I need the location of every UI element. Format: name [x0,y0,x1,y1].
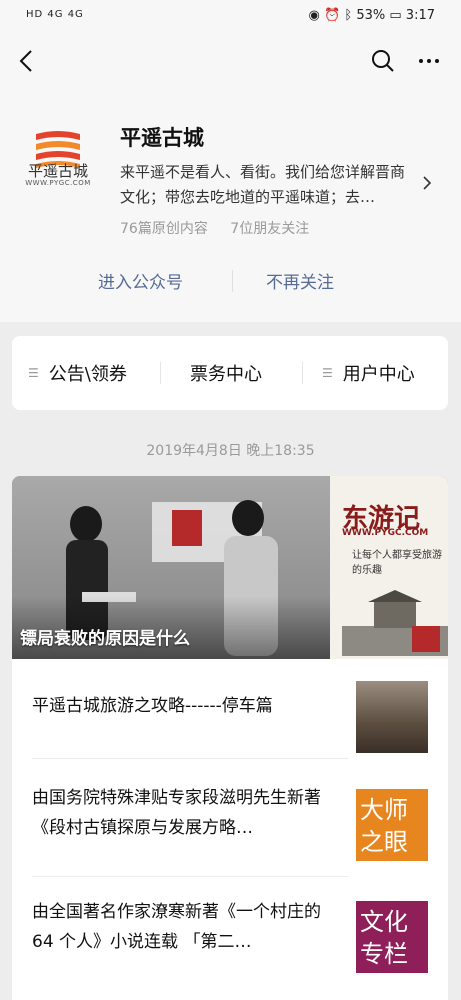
menu-item-label: 公告\领券 [48,364,127,385]
action-divider [232,270,233,292]
menu-item-tickets[interactable]: 票务中心 [190,336,262,410]
friends-following: 7位朋友关注 [230,221,310,237]
battery-icon: ▭ [389,8,402,23]
article-thumbnail: 大师之眼 [356,789,428,861]
account-profile: 平遥古城 WWW.PYGC.COM 平遥古城 来平遥不是看人、看街。我们给您详解… [0,88,461,322]
account-menu-bar: ☰ 公告\领券 票务中心 ☰ 用户中心 [12,336,448,410]
city-gate-icon [342,590,448,656]
menu-item-label: 用户中心 [342,364,415,385]
search-icon [372,50,394,72]
article-thumbnail: 文化专栏 [356,901,428,973]
menu-item-label: 票务中心 [190,364,262,385]
bluetooth-icon: ᛒ [344,8,353,23]
search-button[interactable] [368,46,398,76]
menu-divider [160,362,161,384]
article-card: 东游记 WWW.PYGC.COM 让每个人都享受旅游的乐趣 镖局衰败的原因是什么… [12,476,448,1000]
menu-item-user-center[interactable]: ☰ 用户中心 [322,336,415,410]
clock: 3:17 [405,8,435,23]
status-bar: HD 4G 4G ◉ ⏰ ᛒ 53% ▭ 3:17 [0,0,461,34]
nav-bar [0,34,461,88]
article-title: 平遥古城旅游之攻略------停车篇 [32,696,273,716]
signal-indicators: HD 4G 4G [26,9,84,20]
account-name: 平遥古城 [120,126,204,150]
battery-percent: 53% [356,8,386,23]
enter-account-button[interactable]: 进入公众号 [98,268,183,293]
message-timestamp: 2019年4月8日 晚上18:35 [146,443,315,459]
brand-url: WWW.PYGC.COM [342,528,429,538]
menu-divider [302,362,303,384]
list-item[interactable]: 由全国著名作家潦寒新著《一个村庄的 64 个人》小说连载 「第二… 文化专栏 [12,877,448,1000]
cover-article-title: 镖局衰败的原因是什么 [20,629,190,649]
chevron-right-icon[interactable] [421,176,433,190]
brand-slogan: 让每个人都享受旅游的乐趣 [352,550,442,576]
menu-lines-icon: ☰ [322,366,333,380]
alarm-icon: ⏰ [324,8,341,23]
list-item[interactable]: 由国务院特殊津贴专家段滋明先生新著《段村古镇探原与发展方略… 大师之眼 [12,759,448,877]
back-arrow-icon [19,50,32,72]
article-title: 由全国著名作家潦寒新著《一个村庄的 64 个人》小说连载 「第二… [32,902,321,952]
more-dots-icon [419,59,439,63]
article-title: 由国务院特殊津贴专家段滋明先生新著《段村古镇探原与发展方略… [32,788,321,838]
eye-icon: ◉ [308,8,320,23]
menu-item-announcements[interactable]: ☰ 公告\领券 [28,336,127,410]
status-right: ◉ ⏰ ᛒ 53% ▭ 3:17 [309,8,435,23]
logo-text: 平遥古城 [27,162,88,180]
menu-lines-icon: ☰ [28,366,39,380]
cover-article[interactable]: 东游记 WWW.PYGC.COM 让每个人都享受旅游的乐趣 镖局衰败的原因是什么 [12,476,448,659]
unfollow-button[interactable]: 不再关注 [266,268,334,293]
more-button[interactable] [414,46,444,76]
account-stats: 76篇原创内容 7位朋友关注 [120,218,327,238]
logo-url: WWW.PYGC.COM [25,179,91,187]
article-thumbnail [356,681,428,753]
back-button[interactable] [12,46,42,76]
account-description[interactable]: 来平遥不是看人、看街。我们给您详解晋商文化；带您去吃地道的平遥味道；去… [120,160,412,210]
original-count: 76篇原创内容 [120,221,208,237]
list-item[interactable]: 平遥古城旅游之攻略------停车篇 [12,659,448,759]
